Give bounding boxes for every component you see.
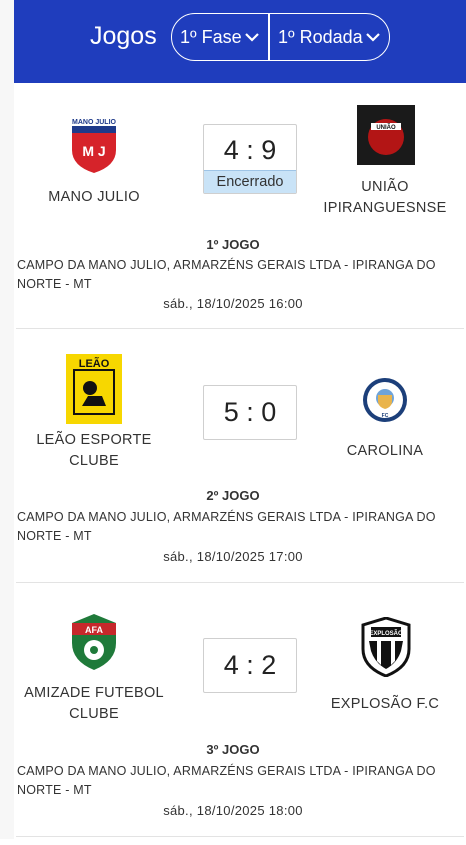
page-header: Jogos 1º Fase 1º Rodada xyxy=(14,0,466,83)
score-box[interactable]: 4 : 2 xyxy=(203,638,297,693)
svg-text:UNIÃO: UNIÃO xyxy=(376,124,396,131)
rodada-select[interactable]: 1º Rodada xyxy=(269,13,390,61)
rodada-select-label: 1º Rodada xyxy=(278,26,363,47)
chevron-down-icon xyxy=(245,33,259,42)
home-team-name: MANO JULIO xyxy=(48,189,140,205)
score: 4 : 2 xyxy=(223,650,277,680)
game-card[interactable]: LEÃO LEÃO ESPORTE CLUBE 5 : 0 FC CAROLIN… xyxy=(14,337,466,591)
venue: CAMPO DA MANO JULIO, ARMARZÉNS GERAIS LT… xyxy=(17,510,436,543)
match-datetime: sáb., 18/10/2025 17:00 xyxy=(163,549,303,564)
game-card[interactable]: MANO JULIO M J MANO JULIO 4 : 9 Encerrad… xyxy=(14,83,466,337)
page-title: Jogos xyxy=(90,22,157,50)
svg-text:FC: FC xyxy=(382,413,389,419)
score: 5 : 0 xyxy=(223,397,277,427)
fase-select[interactable]: 1º Fase xyxy=(171,13,269,61)
home-team-name: AMIZADE FUTEBOL CLUBE xyxy=(24,685,164,722)
uniao-ipiranguesnse-logo: UNIÃO xyxy=(357,105,415,165)
score-box[interactable]: 5 : 0 xyxy=(203,385,297,440)
match-datetime: sáb., 18/10/2025 18:00 xyxy=(163,803,303,818)
chevron-down-icon xyxy=(366,33,380,42)
score-box[interactable]: 4 : 9 Encerrado xyxy=(203,124,297,194)
game-number: 1º JOGO xyxy=(206,237,260,252)
venue: CAMPO DA MANO JULIO, ARMARZÉNS GERAIS LT… xyxy=(17,258,436,291)
fase-select-label: 1º Fase xyxy=(180,26,242,47)
match-datetime: sáb., 18/10/2025 16:00 xyxy=(163,296,303,311)
amizade-futebol-clube-logo: AFA xyxy=(72,614,116,670)
explosao-fc-logo: EXPLOSÃO xyxy=(361,617,411,677)
svg-text:AFA: AFA xyxy=(85,625,104,635)
game-number: 3º JOGO xyxy=(206,742,260,757)
game-number: 2º JOGO xyxy=(206,488,260,503)
svg-text:EXPLOSÃO: EXPLOSÃO xyxy=(369,630,403,637)
leao-esporte-clube-logo: LEÃO xyxy=(66,354,122,424)
svg-text:M J: M J xyxy=(82,143,105,159)
svg-text:MANO JULIO: MANO JULIO xyxy=(72,119,117,126)
carolina-logo: FC xyxy=(363,378,407,422)
svg-text:LEÃO: LEÃO xyxy=(79,357,110,370)
divider xyxy=(16,836,464,837)
home-team-name: LEÃO ESPORTE CLUBE xyxy=(36,432,152,469)
mano-julio-logo: MANO JULIO M J xyxy=(72,119,117,173)
divider xyxy=(16,328,464,329)
away-team-name: UNIÃO IPIRANGUESNSE xyxy=(323,179,447,216)
away-team-name: CAROLINA xyxy=(346,443,424,459)
match-status-badge: Encerrado xyxy=(204,170,296,193)
divider xyxy=(16,582,464,583)
venue: CAMPO DA MANO JULIO, ARMARZÉNS GERAIS LT… xyxy=(17,764,436,797)
score: 4 : 9 xyxy=(223,135,277,165)
away-team-name: EXPLOSÃO F.C xyxy=(330,696,440,712)
game-card[interactable]: AFA AMIZADE FUTEBOL CLUBE 4 : 2 EXPLOSÃO… xyxy=(14,591,466,845)
left-margin xyxy=(0,0,14,839)
